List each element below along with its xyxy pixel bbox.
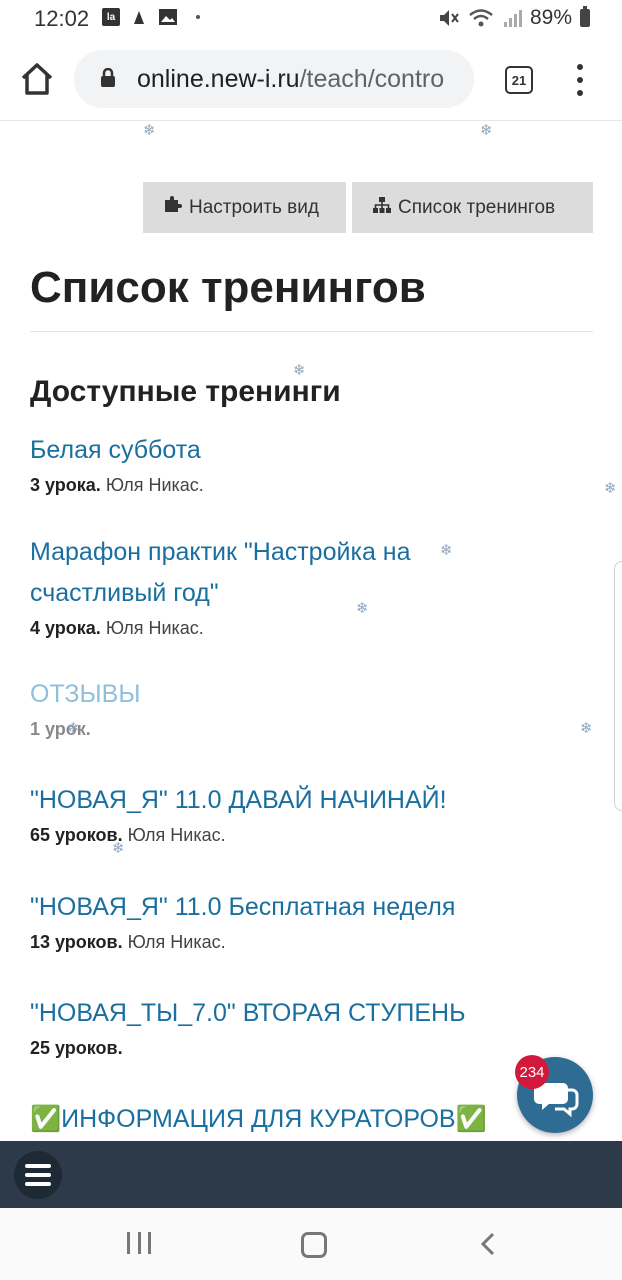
scrollbar[interactable] bbox=[614, 561, 622, 811]
battery-icon bbox=[580, 6, 590, 27]
divider bbox=[30, 331, 593, 332]
notification-icons: la bbox=[102, 8, 200, 26]
snowflake-icon: ❄ bbox=[67, 720, 80, 737]
training-link[interactable]: Белая суббота bbox=[30, 430, 550, 471]
sitemap-icon bbox=[372, 196, 392, 219]
training-meta: 25 уроков. bbox=[30, 1038, 550, 1059]
chat-unread-badge: 234 bbox=[515, 1055, 549, 1089]
author-name: Юля Никас. bbox=[105, 475, 204, 495]
hamburger-menu-icon[interactable] bbox=[14, 1151, 62, 1199]
snowflake-icon: ❄ bbox=[143, 122, 156, 139]
training-item: "НОВАЯ_Я" 11.0 Бесплатная неделя 13 урок… bbox=[30, 887, 550, 953]
lock-icon bbox=[101, 68, 115, 87]
puzzle-icon bbox=[163, 196, 183, 219]
customize-view-button[interactable]: Настроить вид bbox=[143, 182, 346, 233]
la-app-icon: la bbox=[102, 8, 120, 26]
browser-toolbar: online.new-i.ru/teach/contro 21 bbox=[0, 40, 622, 121]
training-link[interactable]: Марафон практик "Настройка на счастливый… bbox=[30, 532, 470, 614]
wifi-icon bbox=[469, 9, 493, 27]
page-content: ❄ ❄ Настроить вид Список тренингов Списо… bbox=[0, 121, 622, 1141]
trainings-list-button[interactable]: Список тренингов bbox=[352, 182, 593, 233]
bird-app-icon bbox=[134, 11, 144, 24]
home-nav-icon[interactable] bbox=[301, 1232, 327, 1258]
lesson-count: 13 уроков. bbox=[30, 932, 123, 952]
lesson-count: 1 урок. bbox=[30, 719, 91, 739]
author-name: Юля Никас. bbox=[127, 932, 226, 952]
trainings-list-label: Список тренингов bbox=[398, 196, 556, 218]
signal-icon bbox=[503, 10, 522, 27]
back-icon[interactable] bbox=[478, 1232, 498, 1256]
snowflake-icon: ❄ bbox=[356, 600, 369, 617]
system-icons: 89% bbox=[438, 6, 590, 30]
author-name: Юля Никас. bbox=[105, 618, 204, 638]
customize-view-label: Настроить вид bbox=[189, 196, 319, 218]
training-link[interactable]: ✅ИНФОРМАЦИЯ ДЛЯ КУРАТОРОВ✅ bbox=[30, 1099, 590, 1140]
training-meta: 1 урок. bbox=[30, 719, 550, 740]
training-link[interactable]: "НОВАЯ_Я" 11.0 Бесплатная неделя bbox=[30, 887, 550, 928]
training-meta: 13 уроков. Юля Никас. bbox=[30, 932, 550, 953]
lesson-count: 3 урока. bbox=[30, 475, 101, 495]
home-icon[interactable] bbox=[18, 60, 56, 98]
page-title: Список тренингов bbox=[30, 263, 426, 312]
url-path: /teach/contro bbox=[299, 65, 445, 93]
snowflake-icon: ❄ bbox=[112, 840, 125, 857]
snowflake-icon: ❄ bbox=[604, 480, 617, 497]
training-item: Марафон практик "Настройка на счастливый… bbox=[30, 532, 470, 639]
more-notifications-dot bbox=[196, 15, 200, 19]
lesson-count: 65 уроков. bbox=[30, 825, 123, 845]
section-title: Доступные тренинги bbox=[30, 375, 341, 408]
training-link[interactable]: "НОВАЯ_ТЫ_7.0" ВТОРАЯ СТУПЕНЬ bbox=[30, 993, 550, 1034]
snowflake-icon: ❄ bbox=[580, 720, 593, 737]
training-item: ✅ИНФОРМАЦИЯ ДЛЯ КУРАТОРОВ✅ bbox=[30, 1099, 590, 1140]
gallery-icon bbox=[159, 9, 177, 25]
battery-percent: 89% bbox=[529, 6, 572, 29]
training-link[interactable]: "НОВАЯ_Я" 11.0 ДАВАЙ НАЧИНАЙ! bbox=[30, 780, 550, 821]
address-bar[interactable]: online.new-i.ru/teach/contro bbox=[74, 50, 474, 108]
url-domain: online.new-i.ru bbox=[137, 65, 300, 93]
system-navigation-bar bbox=[0, 1208, 622, 1280]
training-meta: 65 уроков. Юля Никас. bbox=[30, 825, 550, 846]
url-text: online.new-i.ru/teach/contro bbox=[137, 65, 444, 94]
training-meta: 3 урока. Юля Никас. bbox=[30, 475, 550, 496]
training-item: "НОВАЯ_Я" 11.0 ДАВАЙ НАЧИНАЙ! 65 уроков.… bbox=[30, 780, 550, 846]
tab-switcher-button[interactable]: 21 bbox=[505, 66, 533, 94]
view-toolbar: Настроить вид Список тренингов bbox=[143, 182, 593, 233]
training-item: ОТЗЫВЫ 1 урок. bbox=[30, 674, 550, 740]
training-link[interactable]: ОТЗЫВЫ bbox=[30, 674, 550, 715]
site-bottom-bar bbox=[0, 1141, 622, 1208]
status-bar: 12:02 la 89% bbox=[0, 0, 622, 40]
author-name: Юля Никас. bbox=[127, 825, 226, 845]
lesson-count: 25 уроков. bbox=[30, 1038, 123, 1058]
training-item: "НОВАЯ_ТЫ_7.0" ВТОРАЯ СТУПЕНЬ 25 уроков. bbox=[30, 993, 550, 1059]
snowflake-icon: ❄ bbox=[440, 542, 453, 559]
training-meta: 4 урока. Юля Никас. bbox=[30, 618, 470, 639]
recent-apps-icon[interactable] bbox=[127, 1232, 151, 1254]
status-time: 12:02 bbox=[34, 6, 90, 31]
snowflake-icon: ❄ bbox=[480, 122, 493, 139]
lesson-count: 4 урока. bbox=[30, 618, 101, 638]
mute-icon bbox=[439, 10, 459, 26]
browser-menu-icon[interactable] bbox=[570, 64, 590, 96]
training-item: Белая суббота 3 урока. Юля Никас. bbox=[30, 430, 550, 496]
